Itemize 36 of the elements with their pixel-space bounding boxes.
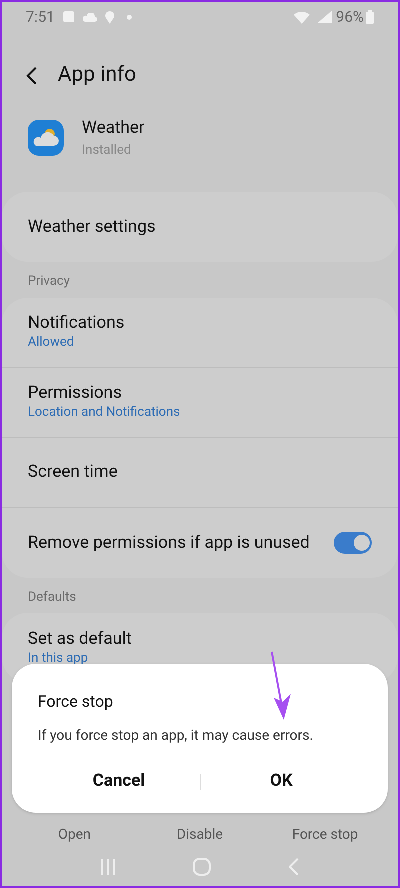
item-subtitle: Location and Notifications bbox=[28, 404, 182, 422]
home-icon[interactable] bbox=[193, 858, 211, 876]
image-icon bbox=[62, 11, 75, 23]
app-icon bbox=[28, 120, 64, 156]
recents-icon[interactable] bbox=[101, 859, 115, 875]
battery-icon bbox=[366, 10, 374, 24]
dialog-title: Force stop bbox=[38, 691, 114, 713]
action-button[interactable]: Force stop bbox=[270, 825, 380, 846]
location-icon bbox=[104, 10, 115, 24]
item-title: Permissions bbox=[28, 382, 123, 404]
action-button[interactable]: Open bbox=[20, 825, 130, 846]
action-button[interactable]: Disable bbox=[144, 825, 255, 846]
item-title: Notifications bbox=[28, 312, 126, 334]
item-title: Set as default bbox=[28, 628, 133, 650]
dialog-message: If you force stop an app, it may cause errors. bbox=[38, 727, 314, 746]
section-heading: Privacy bbox=[27, 273, 71, 291]
dialog-button[interactable]: Cancel bbox=[38, 769, 200, 794]
signal-icon bbox=[318, 11, 332, 23]
wifi-icon bbox=[294, 10, 310, 24]
page-title: App info bbox=[58, 62, 136, 90]
battery-percent: 96% bbox=[336, 6, 364, 28]
cloud-icon bbox=[82, 12, 97, 22]
toggle-switch[interactable] bbox=[334, 532, 372, 554]
item-subtitle: In this app bbox=[28, 650, 90, 668]
item-subtitle: Allowed bbox=[28, 334, 76, 352]
app-status: Installed bbox=[82, 142, 132, 160]
item-title: Weather settings bbox=[28, 216, 157, 238]
back-nav-icon[interactable] bbox=[289, 858, 299, 876]
item-title: Remove permissions if app is unused bbox=[28, 532, 311, 554]
dialog-button[interactable]: OK bbox=[201, 769, 362, 794]
back-icon[interactable] bbox=[26, 66, 38, 86]
app-name: Weather bbox=[82, 116, 145, 140]
status-time: 7:51 bbox=[26, 6, 55, 28]
section-heading: Defaults bbox=[27, 588, 78, 606]
dot-icon bbox=[126, 14, 132, 20]
item-title: Screen time bbox=[28, 461, 119, 483]
